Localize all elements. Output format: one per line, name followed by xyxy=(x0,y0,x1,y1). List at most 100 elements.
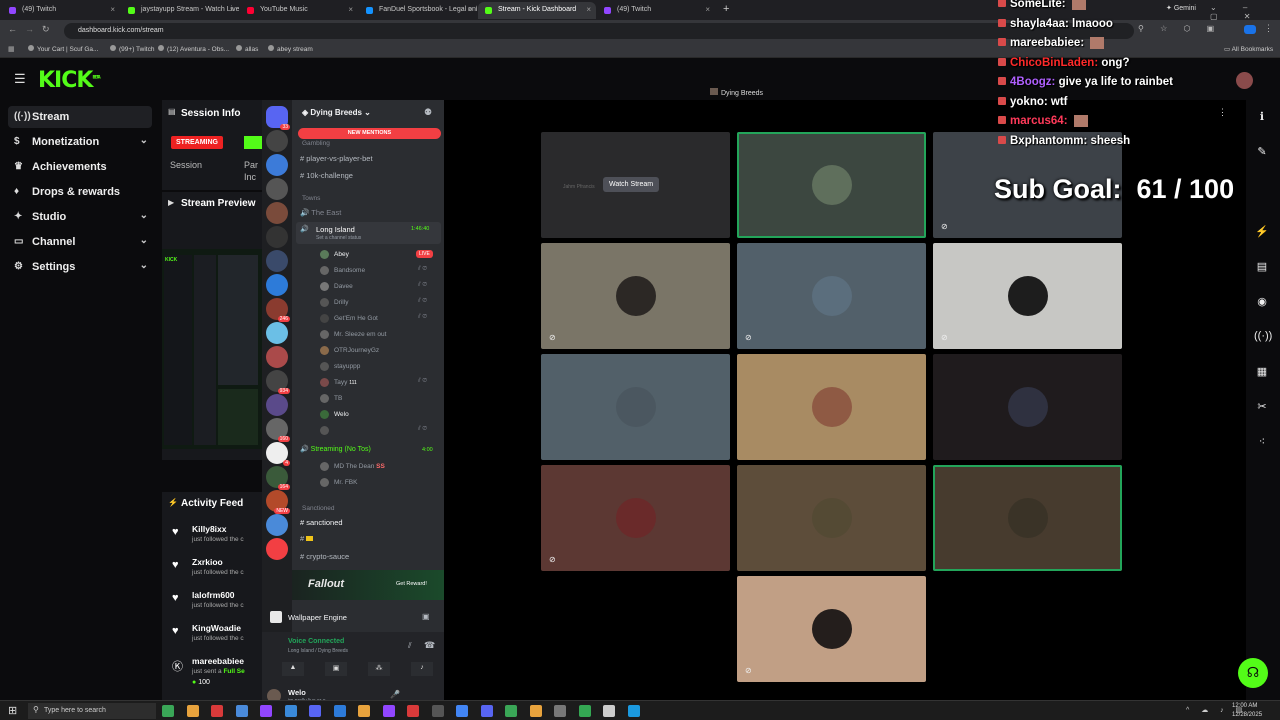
add-member-icon[interactable]: ⚉ xyxy=(424,107,432,118)
server-icon[interactable]: 164 xyxy=(266,466,290,490)
get-reward-button[interactable]: Get Reward! xyxy=(396,581,427,587)
nav-item[interactable]: ⚙ Settings ⌄ xyxy=(8,256,152,278)
server-icon[interactable] xyxy=(266,274,288,296)
voice-user[interactable]: ⫽ ⊘ xyxy=(320,426,427,435)
voice-user[interactable]: MD The Dean SS xyxy=(320,462,385,471)
server-icon[interactable]: 4 xyxy=(266,442,290,466)
chevron-down-icon[interactable]: ⌄ xyxy=(140,260,148,271)
soundboard-icon[interactable]: ♪ xyxy=(411,662,433,676)
server-icon[interactable]: 160 xyxy=(266,418,290,442)
category-towns[interactable]: Towns xyxy=(302,195,320,202)
browser-tab[interactable]: FanDuel Sportsbook - Legal onl × xyxy=(359,2,477,19)
noise-suppression-icon[interactable]: ⫽ xyxy=(408,641,412,651)
chevron-down-icon[interactable]: ⌄ xyxy=(140,135,148,146)
taskbar-app-icon[interactable] xyxy=(382,705,395,717)
tab-close-icon[interactable]: × xyxy=(705,5,710,14)
voice-user[interactable]: TB xyxy=(320,394,342,403)
activity-user[interactable]: lalofrm600 xyxy=(192,590,235,600)
channel-pvp[interactable]: # player-vs-player-bet xyxy=(300,154,373,163)
bookmark-item[interactable]: (99+) Twitch xyxy=(110,45,154,53)
taskbar-app-icon[interactable] xyxy=(456,705,468,717)
participant-tile[interactable] xyxy=(737,132,926,238)
url-input[interactable]: dashboard.kick.com/stream xyxy=(64,23,1134,39)
nav-item[interactable]: $ Monetization ⌄ xyxy=(8,131,152,153)
voice-user[interactable]: Bandsome ⫽ ⊘ xyxy=(320,266,427,275)
call-options-icon[interactable]: ⋮ xyxy=(1218,107,1227,118)
taskbar-app-icon[interactable] xyxy=(333,705,346,717)
browser-tab[interactable]: (49) Twitch × xyxy=(2,2,120,19)
voice-user[interactable]: Welo xyxy=(320,410,349,419)
taskbar-app-icon[interactable] xyxy=(529,705,542,717)
taskbar-app-icon[interactable] xyxy=(480,705,493,717)
participant-tile[interactable] xyxy=(933,354,1122,460)
server-icon[interactable] xyxy=(266,250,288,272)
taskbar-app-icon[interactable] xyxy=(211,705,223,717)
voice-user[interactable]: Drilly ⫽ ⊘ xyxy=(320,298,427,307)
participant-tile[interactable] xyxy=(933,465,1122,571)
channel-the-east[interactable]: 🔊 The East xyxy=(300,208,341,217)
tab-close-icon[interactable]: × xyxy=(586,5,591,14)
channel-10k[interactable]: # 10k-challenge xyxy=(300,171,353,180)
channel-sanctioned[interactable]: # sanctioned xyxy=(300,518,343,527)
nav-item[interactable]: ♛ Achievements xyxy=(8,156,152,178)
browser-tab[interactable]: YouTube Music × xyxy=(240,2,358,19)
broadcast-icon[interactable]: ((·)) xyxy=(1254,330,1272,346)
tab-close-icon[interactable]: × xyxy=(467,5,472,14)
taskbar-search[interactable]: ⚲ Type here to search xyxy=(28,703,156,719)
participant-tile[interactable]: ⊘ xyxy=(737,576,926,682)
channel-long-island[interactable]: 🔊 Long Island 1:46:40 Set a channel stat… xyxy=(296,222,441,244)
voice-user[interactable]: OTRJourneyGz xyxy=(320,346,379,355)
activity-user[interactable]: mareebabiee xyxy=(192,656,244,666)
browser-tab[interactable]: jaystayupp Stream - Watch Live × xyxy=(121,2,239,19)
server-icon[interactable] xyxy=(266,178,288,200)
category-gambling[interactable]: Gambling xyxy=(302,140,330,147)
video-off-icon[interactable]: ▲ xyxy=(282,662,304,676)
fallout-promo[interactable]: Fallout Get Reward! xyxy=(292,570,444,600)
channel-streaming[interactable]: 🔊 Streaming (No Tos) xyxy=(300,445,371,453)
server-icon[interactable] xyxy=(266,202,288,224)
voice-user[interactable]: Abey LIVE xyxy=(320,250,433,259)
server-icon[interactable]: 33 xyxy=(266,106,290,130)
participant-tile[interactable] xyxy=(541,354,730,460)
participant-tile[interactable]: ⊘ xyxy=(933,243,1122,349)
activity-user[interactable]: Killy8ixx xyxy=(192,524,227,534)
server-header[interactable]: ◈ Dying Breeds ⌄ xyxy=(302,108,371,117)
support-button[interactable]: ☊ xyxy=(1238,658,1268,688)
browser-tab[interactable]: Stream - Kick Dashboard × xyxy=(478,2,596,19)
extensions-icons[interactable]: ⚲ ☆ ⬡ ▣ xyxy=(1138,24,1221,33)
server-icon[interactable] xyxy=(266,130,288,152)
category-sanctioned[interactable]: Sanctioned xyxy=(302,505,335,512)
server-icon[interactable]: 934 xyxy=(266,370,290,394)
participant-tile[interactable]: ⊘ xyxy=(541,465,730,571)
nav-item[interactable]: ♦ Drops & rewards xyxy=(8,181,152,203)
taskbar-app-icon[interactable] xyxy=(407,705,419,717)
user-avatar[interactable] xyxy=(1236,72,1253,89)
hamburger-menu-icon[interactable]: ☰ xyxy=(14,71,26,87)
server-icon[interactable] xyxy=(266,394,288,416)
channel-crypto[interactable]: # crypto-sauce xyxy=(300,552,349,561)
apps-icon[interactable]: ▦ xyxy=(8,45,15,53)
taskbar-app-icon[interactable] xyxy=(284,705,297,717)
taskbar-app-icon[interactable] xyxy=(260,705,272,717)
chevron-down-icon[interactable]: ⌄ xyxy=(140,235,148,246)
server-icon[interactable]: 246 xyxy=(266,298,290,322)
info-icon[interactable]: ℹ xyxy=(1254,110,1270,126)
nav-item[interactable]: ✦ Studio ⌄ xyxy=(8,206,152,228)
bookmark-item[interactable]: abey stream xyxy=(268,45,313,53)
taskbar-app-icon[interactable] xyxy=(186,705,199,717)
voice-user[interactable]: Get'Em He Got ⫽ ⊘ xyxy=(320,314,427,323)
forward-icon[interactable]: → xyxy=(25,24,34,34)
server-icon[interactable]: NEW xyxy=(266,490,290,514)
wallpaper-engine-item[interactable]: Wallpaper Engine ▣ xyxy=(270,607,444,627)
voice-user[interactable]: Mr. Sleeze em out xyxy=(320,330,386,339)
participant-tile[interactable] xyxy=(737,354,926,460)
server-icon[interactable] xyxy=(266,538,288,560)
window-controls[interactable]: ⌄ – ▢ ✕ xyxy=(1210,3,1280,21)
bookmark-item[interactable]: Your Cart | Scuf Ga... xyxy=(28,45,98,53)
profile-icon[interactable] xyxy=(1244,25,1256,34)
taskbar-app-icon[interactable] xyxy=(309,705,321,717)
taskbar-app-icon[interactable] xyxy=(235,705,248,717)
activities-icon[interactable]: ⁂ xyxy=(368,662,390,676)
voice-user[interactable]: Davee ⫽ ⊘ xyxy=(320,282,427,291)
participant-tile[interactable]: ⊘ xyxy=(737,243,926,349)
